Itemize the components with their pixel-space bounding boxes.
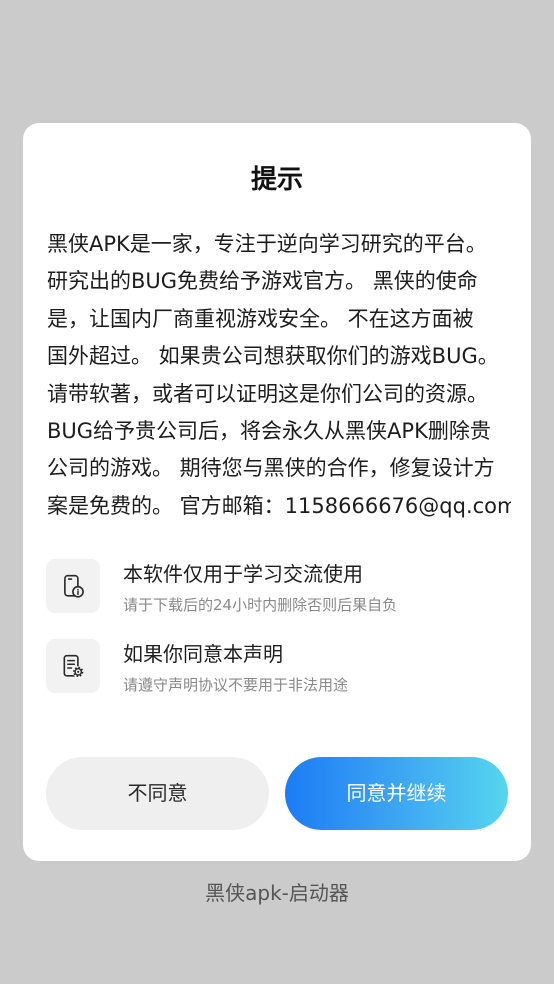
notice-item-study-use: 本软件仅用于学习交流使用 请于下载后的24小时内删除否则后果自负 bbox=[46, 559, 508, 639]
consent-dialog: 提示 黑侠APK是一家，专注于逆向学习研究的平台。 研究出的BUG免费给予游戏官… bbox=[23, 123, 531, 861]
document-settings-icon bbox=[46, 639, 100, 693]
message-line: 国外超过。 如果贵公司想获取你们的游戏BUG。 bbox=[47, 344, 499, 369]
notice-item-agreement: 如果你同意本声明 请遵守声明协议不要用于非法用途 bbox=[46, 639, 508, 719]
notice-title: 本软件仅用于学习交流使用 bbox=[123, 562, 363, 586]
message-line: 研究出的BUG免费给予游戏官方。 黑侠的使命 bbox=[47, 269, 478, 294]
phone-info-icon bbox=[46, 559, 100, 613]
decline-button[interactable]: 不同意 bbox=[46, 757, 269, 830]
message-line: 公司的游戏。 期待您与黑侠的合作，修复设计方 bbox=[47, 456, 495, 481]
message-line: 请带软著，或者可以证明这是你们公司的资源。 bbox=[47, 381, 488, 406]
dialog-message: 黑侠APK是一家，专注于逆向学习研究的平台。 研究出的BUG免费给予游戏官方。 … bbox=[47, 226, 511, 525]
notice-subtitle: 请于下载后的24小时内删除否则后果自负 bbox=[123, 596, 398, 614]
message-line: BUG给予贵公司后，将会永久从黑侠APK删除贵 bbox=[47, 418, 491, 443]
message-line: 是，让国内厂商重视游戏安全。 不在这方面被 bbox=[47, 306, 474, 331]
notice-list: 本软件仅用于学习交流使用 请于下载后的24小时内删除否则后果自负 如果你同意本声… bbox=[46, 559, 508, 719]
dialog-title: 提示 bbox=[250, 165, 303, 195]
accept-continue-button[interactable]: 同意并继续 bbox=[285, 757, 508, 830]
message-line: 黑侠APK是一家，专注于逆向学习研究的平台。 bbox=[47, 232, 487, 256]
message-line: 案是免费的。 官方邮箱：1158666676@qq.com bbox=[47, 493, 511, 518]
notice-subtitle: 请遵守声明协议不要用于非法用途 bbox=[123, 676, 349, 694]
app-name-label: 黑侠apk-启动器 bbox=[205, 881, 349, 905]
notice-title: 如果你同意本声明 bbox=[123, 642, 283, 666]
